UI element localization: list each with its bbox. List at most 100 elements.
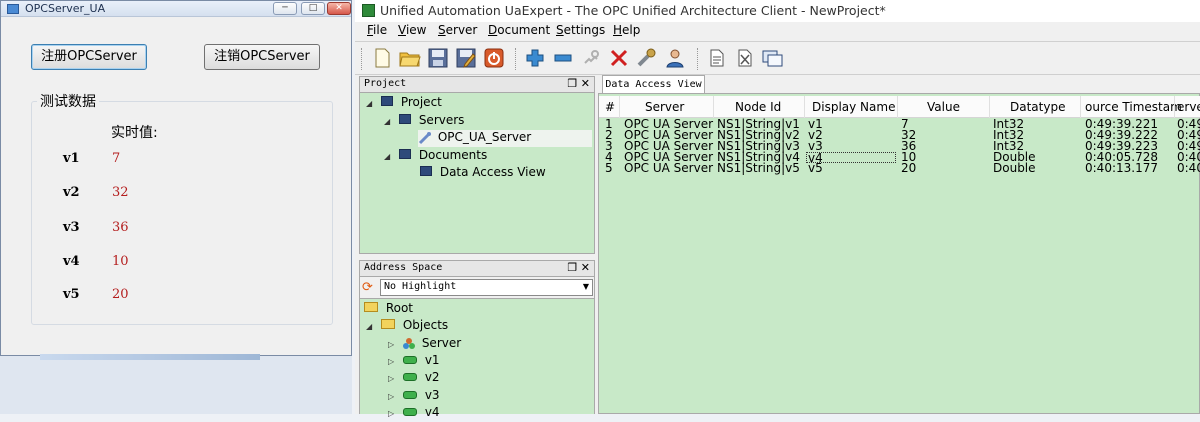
tree-label: Servers [418, 113, 465, 127]
tree-label: Documents [418, 148, 488, 162]
collapsed-arrow-icon[interactable]: ▷ [388, 340, 394, 349]
menu-file[interactable]: File [367, 23, 387, 37]
menu-document[interactable]: Document [488, 23, 550, 37]
uaexpert-app-icon [362, 4, 375, 17]
collapsed-arrow-icon[interactable]: ▷ [388, 392, 394, 401]
menu-view-rest: iew [405, 23, 427, 37]
tab-data-access-view[interactable]: Data Access View [602, 75, 705, 93]
tree-node-v2[interactable]: ▷ v2 [388, 370, 440, 387]
tree-label: v2 [424, 370, 440, 384]
tree-node-documents[interactable]: ◢ Documents [384, 148, 487, 165]
tree-node-opc-ua-server[interactable]: OPC_UA_Server [418, 130, 592, 147]
col-header-value[interactable]: Value [927, 100, 960, 114]
settings-wrench-icon[interactable] [635, 46, 659, 70]
cell-datatype: Double [993, 161, 1036, 175]
tree-node-v1[interactable]: ▷ v1 [388, 353, 440, 370]
window-titlebar[interactable]: OPCServer_UA ─ □ ✕ [1, 1, 351, 17]
cell-index: 5 [605, 161, 613, 175]
desktop-background [0, 356, 352, 414]
panel-float-close-buttons[interactable]: ❐ ✕ [567, 77, 590, 90]
document-icon[interactable] [705, 46, 729, 70]
menu-document-rest: ocument [497, 23, 551, 37]
refresh-icon[interactable]: ⟳ [362, 280, 373, 295]
unregister-opcserver-button[interactable]: 注销OPCServer [204, 44, 320, 70]
cell-node-id: NS1|String|v5 [717, 161, 800, 175]
window-titlebar[interactable]: Unified Automation UaExpert - The OPC Un… [355, 0, 1200, 22]
register-opcserver-button[interactable]: 注册OPCServer [31, 44, 147, 70]
disconnect-icon[interactable] [607, 46, 631, 70]
column-divider[interactable] [897, 96, 898, 118]
column-divider[interactable] [713, 96, 714, 118]
column-divider[interactable] [989, 96, 990, 118]
column-divider[interactable] [1080, 96, 1081, 118]
menu-settings[interactable]: Settings [556, 23, 605, 37]
minimize-button[interactable]: ─ [273, 2, 297, 15]
tree-label: OPC_UA_Server [437, 130, 532, 144]
col-header-datatype[interactable]: Datatype [1010, 100, 1065, 114]
table-row[interactable]: 5 OPC UA Server NS1|String|v5 v5 20 Doub… [599, 161, 1200, 175]
col-header-node-id[interactable]: Node Id [735, 100, 781, 114]
open-folder-icon[interactable] [398, 46, 422, 70]
menu-bar: File View Server Document Settings Help [355, 22, 1200, 40]
column-divider[interactable] [804, 96, 805, 118]
menu-server[interactable]: Server [438, 23, 477, 37]
window-title: Unified Automation UaExpert - The OPC Un… [380, 3, 886, 18]
maximize-button[interactable]: □ [301, 2, 325, 15]
expand-arrow-icon[interactable]: ◢ [384, 117, 390, 126]
highlight-select[interactable]: No Highlight ▼ [380, 279, 593, 296]
col-header-index[interactable]: # [605, 100, 615, 114]
remove-server-icon[interactable] [551, 46, 575, 70]
server-connection-icon [418, 131, 431, 144]
tree-node-server[interactable]: ▷ Server [388, 336, 461, 353]
new-document-icon[interactable] [370, 46, 394, 70]
add-server-icon[interactable] [523, 46, 547, 70]
menu-settings-mnemonic: S [556, 23, 564, 37]
var-name-v5: v5 [63, 287, 80, 302]
tree-node-objects[interactable]: ◢ Objects [366, 318, 448, 335]
save-as-icon[interactable] [454, 46, 478, 70]
expand-arrow-icon[interactable]: ◢ [366, 322, 372, 331]
highlight-select-value: No Highlight [384, 281, 457, 292]
toolbar-separator [361, 48, 363, 70]
var-value-v2: 32 [112, 185, 129, 200]
close-document-icon[interactable] [733, 46, 757, 70]
col-header-server[interactable]: Server [645, 100, 684, 114]
expand-arrow-icon[interactable]: ◢ [384, 152, 390, 161]
menu-help-mnemonic: H [613, 23, 623, 37]
save-icon[interactable] [426, 46, 450, 70]
toolbar-separator [515, 48, 517, 70]
tree-node-root[interactable]: Root [364, 301, 413, 318]
collapsed-arrow-icon[interactable]: ▷ [388, 357, 394, 366]
menu-server-mnemonic: S [438, 23, 446, 37]
tree-node-project[interactable]: ◢ Project [366, 95, 442, 112]
close-button[interactable]: ✕ [327, 2, 351, 15]
user-icon[interactable] [663, 46, 687, 70]
variable-icon [402, 408, 417, 416]
column-divider[interactable] [1174, 96, 1175, 118]
var-value-v4: 10 [112, 254, 129, 269]
column-divider[interactable] [619, 96, 620, 118]
document-icon [420, 166, 432, 176]
menu-help[interactable]: Help [613, 23, 640, 37]
tree-node-servers[interactable]: ◢ Servers [384, 113, 464, 130]
collapsed-arrow-icon[interactable]: ▷ [388, 374, 394, 383]
power-icon[interactable] [482, 46, 506, 70]
menu-document-mnemonic: D [488, 23, 498, 37]
tree-node-data-access-view[interactable]: Data Access View [420, 165, 546, 182]
tree-node-v3[interactable]: ▷ v3 [388, 388, 440, 405]
panel-float-close-buttons[interactable]: ❐ ✕ [567, 261, 590, 274]
col-header-server-timestamp[interactable]: erve [1177, 100, 1200, 114]
var-value-v5: 20 [112, 287, 129, 302]
var-name-v3: v3 [63, 220, 80, 235]
opcserver-window: OPCServer_UA ─ □ ✕ 注册OPCServer 注销OPCServ… [0, 0, 352, 356]
table-header: # Server Node Id Display Name Value Data… [599, 96, 1200, 118]
group-title: 测试数据 [37, 91, 99, 111]
col-header-display-name[interactable]: Display Name [812, 100, 895, 114]
menu-view[interactable]: View [398, 23, 426, 37]
col-header-source-timestamp[interactable]: ource Timestam [1085, 100, 1182, 114]
dropdown-arrow-icon[interactable]: ▼ [583, 282, 589, 291]
connect-icon[interactable] [579, 46, 603, 70]
expand-arrow-icon[interactable]: ◢ [366, 99, 372, 108]
window-icon[interactable] [761, 46, 785, 70]
cell-value: 20 [901, 161, 917, 175]
